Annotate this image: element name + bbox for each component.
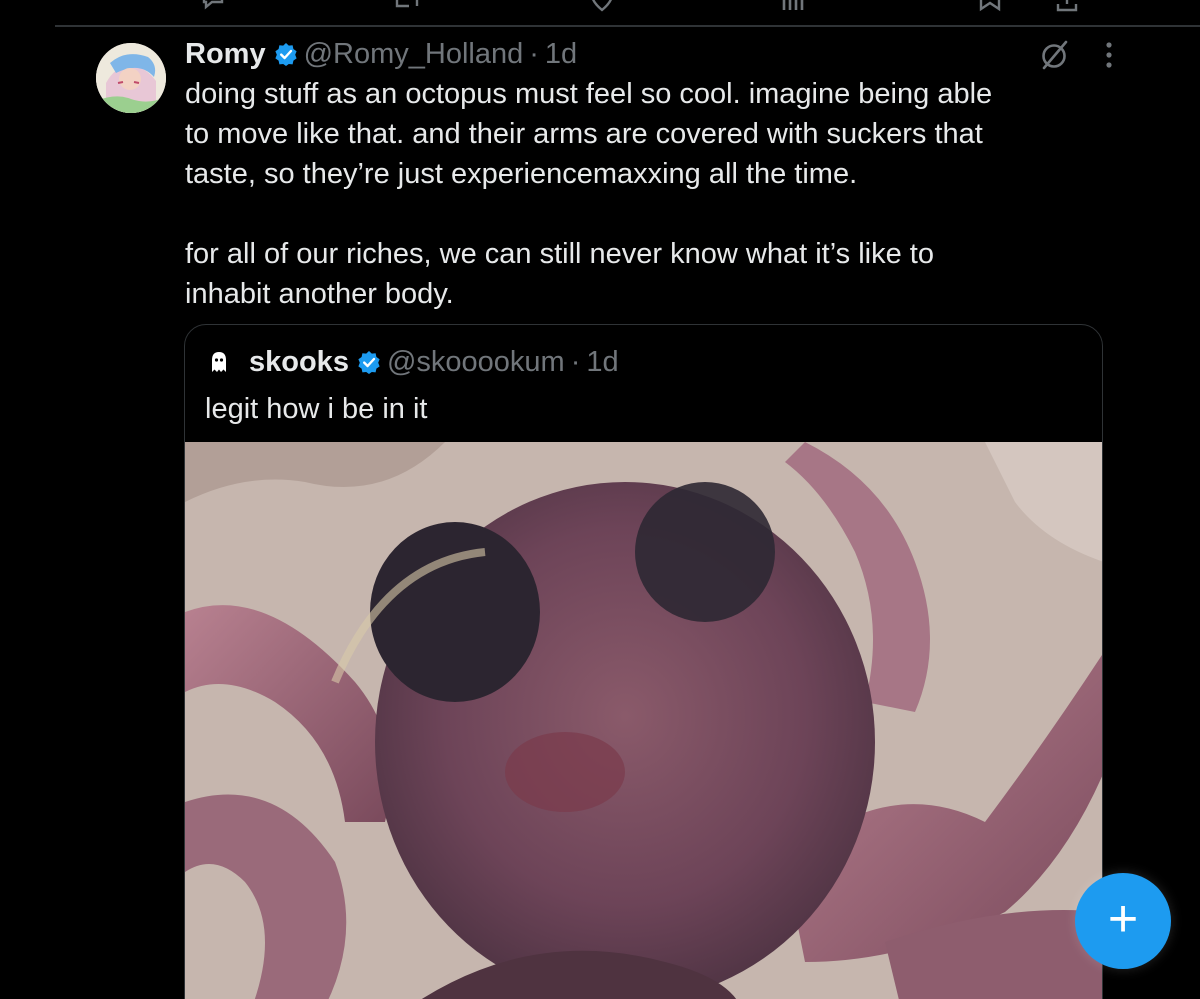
views-icon: [780, 0, 806, 19]
avatar[interactable]: [96, 43, 166, 113]
share-icon: [1055, 0, 1079, 19]
quoted-tweet-timestamp[interactable]: 1d: [586, 346, 618, 379]
tweet-text-line: for all of our riches, we can still neve…: [185, 238, 934, 270]
quoted-tweet-header: skooks @skooookum · 1d: [205, 345, 619, 379]
author-handle[interactable]: @Romy_Holland: [304, 38, 524, 71]
tweet-body: doing stuff as an octopus must feel so c…: [185, 74, 1105, 314]
like-action[interactable]: [588, 0, 626, 19]
tweet-header: Romy @Romy_Holland · 1d: [185, 36, 577, 72]
retweet-action[interactable]: [392, 0, 432, 19]
share-action[interactable]: [1055, 0, 1079, 19]
separator-dot: ·: [570, 345, 581, 378]
ghost-icon[interactable]: [205, 348, 233, 376]
verified-badge-icon: [274, 42, 298, 66]
compose-button[interactable]: +: [1075, 873, 1171, 969]
verified-badge-icon: [357, 350, 381, 374]
views-action[interactable]: [780, 0, 816, 19]
quoted-tweet-text: legit how i be in it: [205, 393, 428, 425]
tweet-divider: [55, 25, 1200, 27]
quoted-tweet-card[interactable]: skooks @skooookum · 1d legit how i be in…: [184, 324, 1103, 999]
quoted-tweet-video[interactable]: [185, 442, 1102, 999]
tweet-text-line: taste, so they’re just experiencemaxxing…: [185, 158, 858, 190]
previous-tweet-action-bar: [0, 0, 1200, 24]
quoted-author-display-name[interactable]: skooks: [249, 346, 349, 379]
bookmark-icon: [978, 0, 1002, 19]
retweet-icon: [392, 0, 422, 19]
quoted-author-handle[interactable]: @skooookum: [387, 346, 565, 379]
grok-icon[interactable]: [1038, 38, 1072, 72]
reply-icon: [200, 0, 226, 19]
tweet-text-line: inhabit another body.: [185, 278, 454, 310]
like-icon: [588, 0, 616, 19]
tweet-timestamp[interactable]: 1d: [545, 38, 577, 71]
reply-action[interactable]: [200, 0, 236, 19]
tweet-text-line: doing stuff as an octopus must feel so c…: [185, 78, 993, 110]
author-display-name[interactable]: Romy: [185, 38, 266, 71]
more-options-icon[interactable]: [1098, 40, 1120, 70]
bookmark-action[interactable]: [978, 0, 1002, 19]
tweet-text-line: to move like that. and their arms are co…: [185, 118, 983, 150]
separator-dot: ·: [529, 37, 539, 70]
compose-plus-icon: +: [1107, 890, 1139, 948]
